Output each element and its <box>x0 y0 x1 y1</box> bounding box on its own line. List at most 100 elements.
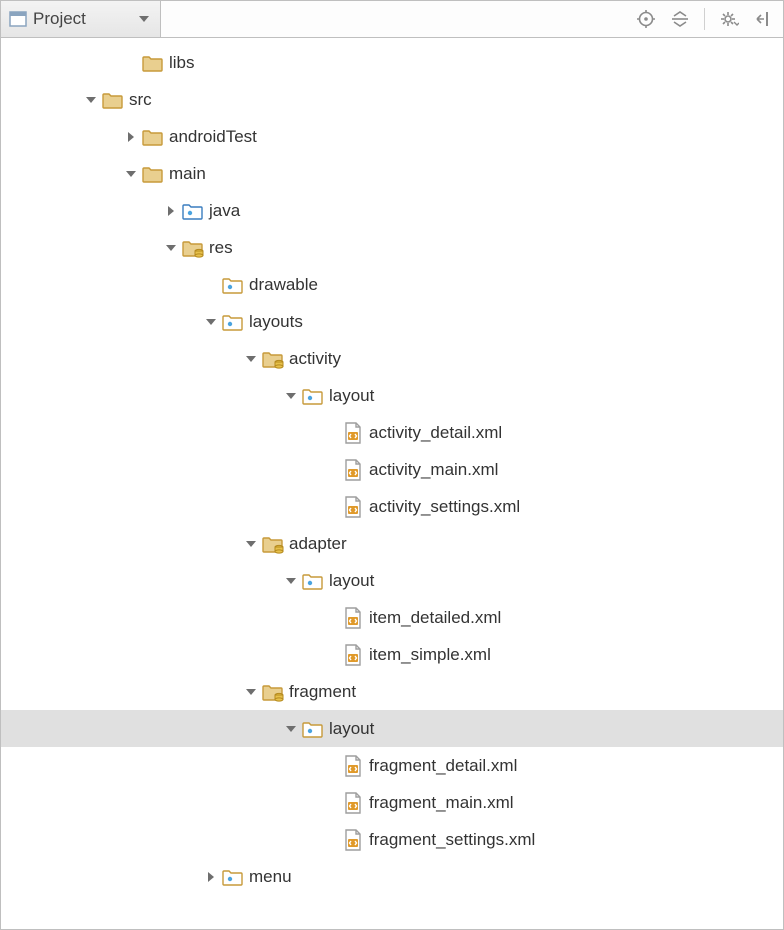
tree-row[interactable]: layout <box>1 562 783 599</box>
tree-row[interactable]: src <box>1 81 783 118</box>
indent-spacer <box>1 839 321 840</box>
tree-node-label: layout <box>329 571 374 591</box>
tree-node-label: activity_settings.xml <box>369 497 520 517</box>
tree-row[interactable]: adapter <box>1 525 783 562</box>
folder-dot-icon <box>221 312 245 332</box>
folder-res-icon <box>261 534 285 554</box>
indent-spacer <box>1 99 81 100</box>
indent-spacer <box>1 321 201 322</box>
tree-node-label: item_simple.xml <box>369 645 491 665</box>
xml-icon <box>341 496 365 518</box>
gear-icon[interactable] <box>719 9 739 29</box>
xml-icon <box>341 459 365 481</box>
tree-row[interactable]: fragment <box>1 673 783 710</box>
xml-icon <box>341 644 365 666</box>
folder-dot-icon <box>301 386 325 406</box>
tree-row[interactable]: layout <box>1 710 783 747</box>
folder-res-icon <box>181 238 205 258</box>
xml-icon <box>341 607 365 629</box>
tree-node-label: fragment_settings.xml <box>369 830 535 850</box>
project-tool-window: Project <box>0 0 784 930</box>
folder-res-icon <box>261 682 285 702</box>
tree-node-label: fragment <box>289 682 356 702</box>
indent-spacer <box>1 543 241 544</box>
tree-row[interactable]: res <box>1 229 783 266</box>
xml-icon <box>341 422 365 444</box>
tree-row[interactable]: activity_main.xml <box>1 451 783 488</box>
tree-row[interactable]: activity_settings.xml <box>1 488 783 525</box>
tree-row[interactable]: main <box>1 155 783 192</box>
tree-row[interactable]: java <box>1 192 783 229</box>
tree-node-label: fragment_detail.xml <box>369 756 517 776</box>
tree-row[interactable]: drawable <box>1 266 783 303</box>
folder-res-icon <box>261 349 285 369</box>
tree-node-label: adapter <box>289 534 347 554</box>
tree-node-label: activity_detail.xml <box>369 423 502 443</box>
locate-icon[interactable] <box>636 9 656 29</box>
indent-spacer <box>1 358 241 359</box>
tree-row[interactable]: item_detailed.xml <box>1 599 783 636</box>
project-tree[interactable]: libs src androidTest main javares drawable lay… <box>1 38 783 929</box>
indent-spacer <box>1 173 121 174</box>
folder-icon <box>141 53 165 73</box>
chevron-down-icon[interactable] <box>81 94 101 106</box>
chevron-down-icon[interactable] <box>121 168 141 180</box>
tree-node-label: main <box>169 164 206 184</box>
xml-icon <box>341 755 365 777</box>
hide-panel-icon[interactable] <box>753 9 773 29</box>
folder-dot-icon <box>221 867 245 887</box>
tree-row[interactable]: layouts <box>1 303 783 340</box>
tree-node-label: activity_main.xml <box>369 460 498 480</box>
indent-spacer <box>1 395 281 396</box>
xml-icon <box>341 792 365 814</box>
chevron-down-icon[interactable] <box>241 538 261 550</box>
chevron-down-icon[interactable] <box>281 390 301 402</box>
tree-node-label: activity <box>289 349 341 369</box>
tree-row[interactable]: libs <box>1 44 783 81</box>
tool-window-header: Project <box>1 1 783 38</box>
xml-icon <box>341 829 365 851</box>
indent-spacer <box>1 247 161 248</box>
chevron-down-icon[interactable] <box>201 316 221 328</box>
tree-row[interactable]: activity <box>1 340 783 377</box>
indent-spacer <box>1 62 121 63</box>
project-view-label: Project <box>33 9 132 29</box>
tree-node-label: item_detailed.xml <box>369 608 501 628</box>
indent-spacer <box>1 469 321 470</box>
tree-row[interactable]: item_simple.xml <box>1 636 783 673</box>
chevron-right-icon[interactable] <box>201 871 221 883</box>
indent-spacer <box>1 136 121 137</box>
chevron-down-icon[interactable] <box>241 686 261 698</box>
tree-row[interactable]: layout <box>1 377 783 414</box>
indent-spacer <box>1 580 281 581</box>
tool-window-toolbar <box>626 1 783 37</box>
tree-node-label: menu <box>249 867 292 887</box>
chevron-down-icon[interactable] <box>281 575 301 587</box>
indent-spacer <box>1 210 161 211</box>
toolbar-separator <box>704 8 705 30</box>
chevron-down-icon[interactable] <box>281 723 301 735</box>
indent-spacer <box>1 506 321 507</box>
project-view-selector[interactable]: Project <box>1 1 161 37</box>
tree-row[interactable]: fragment_detail.xml <box>1 747 783 784</box>
chevron-down-icon[interactable] <box>241 353 261 365</box>
chevron-down-icon[interactable] <box>161 242 181 254</box>
indent-spacer <box>1 765 321 766</box>
tree-row[interactable]: fragment_main.xml <box>1 784 783 821</box>
tree-node-label: androidTest <box>169 127 257 147</box>
tree-row[interactable]: activity_detail.xml <box>1 414 783 451</box>
chevron-right-icon[interactable] <box>161 205 181 217</box>
project-icon <box>9 10 27 28</box>
folder-icon <box>141 164 165 184</box>
tree-node-label: libs <box>169 53 195 73</box>
folder-icon <box>141 127 165 147</box>
indent-spacer <box>1 876 201 877</box>
collapse-all-icon[interactable] <box>670 9 690 29</box>
indent-spacer <box>1 728 281 729</box>
chevron-right-icon[interactable] <box>121 131 141 143</box>
tree-node-label: drawable <box>249 275 318 295</box>
tree-row[interactable]: menu <box>1 858 783 895</box>
folder-icon <box>101 90 125 110</box>
tree-row[interactable]: androidTest <box>1 118 783 155</box>
tree-row[interactable]: fragment_settings.xml <box>1 821 783 858</box>
